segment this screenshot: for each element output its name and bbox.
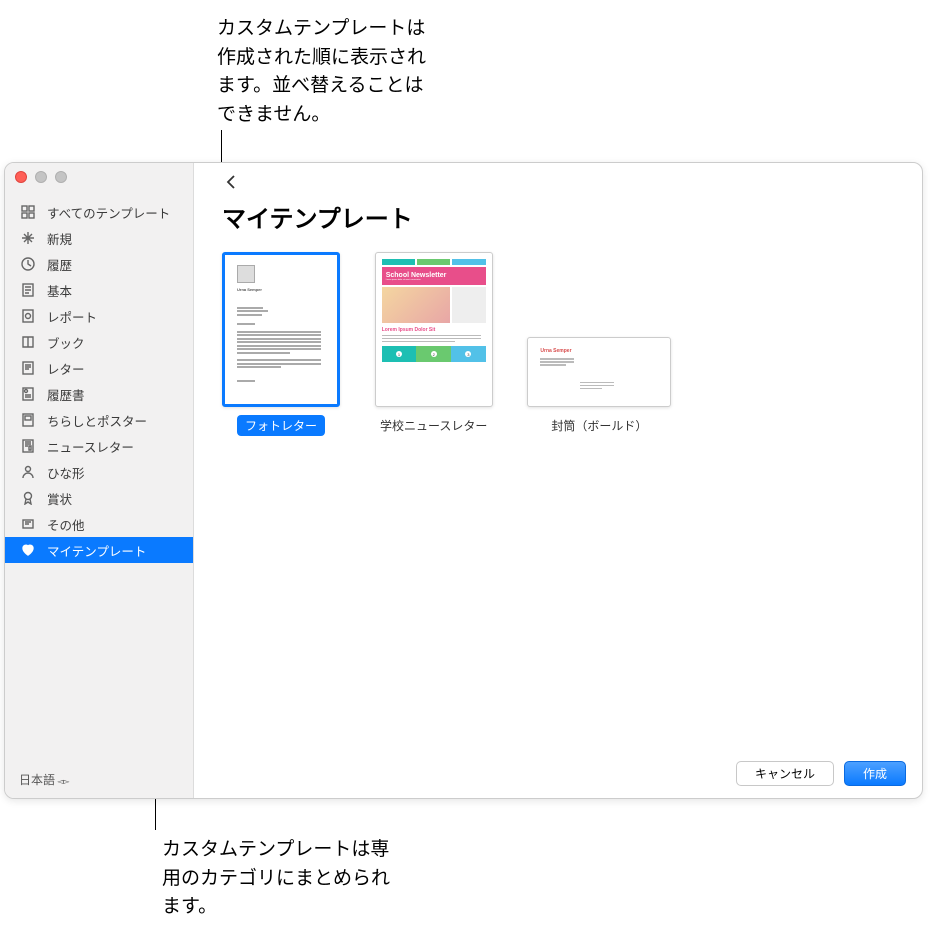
sidebar-item-new[interactable]: 新規 [5,225,193,251]
sidebar-list: すべてのテンプレート 新規 履歴 基本 レポート ブック [5,191,193,761]
person-icon [19,463,37,481]
sidebar-item-newsletters[interactable]: ニュースレター [5,433,193,459]
sidebar-item-label: 賞状 [47,489,72,508]
sidebar-item-label: レター [47,359,85,378]
template-item-envelope-bold[interactable]: Urna Semper 封筒（ボールド） [527,252,671,436]
sidebar-item-all-templates[interactable]: すべてのテンプレート [5,199,193,225]
sidebar-item-label: 履歴書 [47,385,85,404]
template-thumbnail: Urna Semper [222,252,340,407]
sidebar-item-recent[interactable]: 履歴 [5,251,193,277]
document-icon [19,281,37,299]
callout-bottom: カスタムテンプレートは専用のカテゴリにまとめられます。 [162,836,402,922]
sidebar-item-my-templates[interactable]: マイテンプレート [5,537,193,563]
sidebar-item-label: すべてのテンプレート [47,203,170,222]
template-item-photo-letter[interactable]: Urna Semper [222,252,340,436]
sidebar-item-resumes[interactable]: 履歴書 [5,381,193,407]
sparkle-icon [19,229,37,247]
book-icon [19,333,37,351]
clock-icon [19,255,37,273]
sidebar-item-label: ちらしとポスター [47,411,147,430]
resume-icon [19,385,37,403]
sidebar-item-basic[interactable]: 基本 [5,277,193,303]
sidebar-item-letters[interactable]: レター [5,355,193,381]
template-grid: Urna Semper [194,234,922,454]
main-panel: マイテンプレート Urna Semper [194,163,922,798]
sidebar-item-label: ひな形 [47,463,85,482]
main-header: マイテンプレート [194,163,922,234]
sidebar-item-label: マイテンプレート [47,541,146,560]
template-thumbnail: School Newsletter Lorem ipsum dolor sit … [375,252,493,407]
sidebar-item-books[interactable]: ブック [5,329,193,355]
callout-top: カスタムテンプレートは作成された順に表示されます。並べ替えることはできません。 [217,15,437,129]
language-selector[interactable]: 日本語 [5,761,193,798]
sidebar-item-label: その他 [47,515,85,534]
sidebar-item-stationery[interactable]: ひな形 [5,459,193,485]
letter-icon [19,359,37,377]
sidebar-item-label: レポート [47,307,97,326]
template-label: フォトレター [237,415,325,436]
template-item-school-newsletter[interactable]: School Newsletter Lorem ipsum dolor sit … [372,252,495,436]
newsletter-icon [19,437,37,455]
grid-icon [19,203,37,221]
cancel-button[interactable]: キャンセル [736,761,834,786]
report-icon [19,307,37,325]
sidebar-item-label: 新規 [47,229,72,248]
sidebar: すべてのテンプレート 新規 履歴 基本 レポート ブック [5,163,194,798]
sidebar-item-certificates[interactable]: 賞状 [5,485,193,511]
sidebar-item-label: ニュースレター [47,437,134,456]
window-titlebar [5,163,193,191]
sidebar-item-reports[interactable]: レポート [5,303,193,329]
award-icon [19,489,37,507]
maximize-icon[interactable] [55,171,67,183]
sidebar-item-label: 基本 [47,281,72,300]
minimize-icon[interactable] [35,171,47,183]
chevron-left-icon [226,175,236,189]
sidebar-item-label: ブック [47,333,85,352]
page-title: マイテンプレート [222,199,894,234]
template-chooser-window: すべてのテンプレート 新規 履歴 基本 レポート ブック [4,162,923,799]
template-label: 学校ニュースレター [372,415,495,436]
sidebar-item-label: 履歴 [47,255,72,274]
poster-icon [19,411,37,429]
template-thumbnail: Urna Semper [527,337,671,407]
close-icon[interactable] [15,171,27,183]
create-button[interactable]: 作成 [844,761,906,786]
template-label: 封筒（ボールド） [543,415,655,436]
heart-icon [19,541,37,559]
sidebar-item-flyers-posters[interactable]: ちらしとポスター [5,407,193,433]
footer-buttons: キャンセル 作成 [194,748,922,798]
sidebar-item-miscellaneous[interactable]: その他 [5,511,193,537]
misc-icon [19,515,37,533]
back-button[interactable] [222,173,240,191]
